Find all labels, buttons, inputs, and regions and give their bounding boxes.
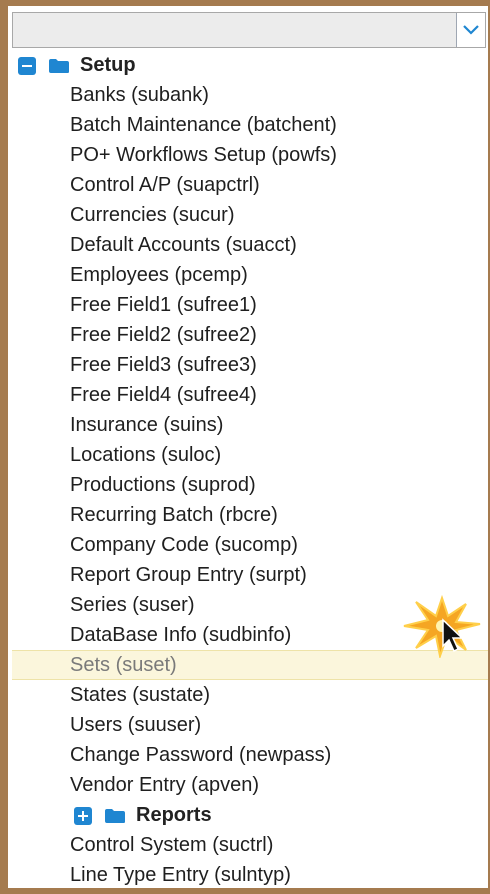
tree-item[interactable]: Report Group Entry (surpt) [12,560,488,590]
menu-tree: Setup Banks (subank) Batch Maintenance (b… [12,50,488,888]
window-frame: Setup Banks (subank) Batch Maintenance (b… [0,0,490,894]
chevron-down-icon [463,25,479,35]
setup-items: Banks (subank) Batch Maintenance (batchen… [12,80,488,800]
tree-item[interactable]: Free Field1 (sufree1) [12,290,488,320]
folder-icon [49,58,69,73]
tree-item[interactable]: Recurring Batch (rbcre) [12,500,488,530]
mouse-cursor-icon [442,618,464,653]
module-combobox[interactable] [12,12,486,48]
tree-item[interactable]: Control System (suctrl) [12,830,488,860]
tree-group-reports[interactable]: Reports [12,800,488,830]
tree-item[interactable]: PO+ Workflows Setup (powfs) [12,140,488,170]
tree-item[interactable]: Vendor Entry (apven) [12,770,488,800]
group-label: Setup [80,54,136,76]
tree-item[interactable]: Control A/P (suapctrl) [12,170,488,200]
combo-dropdown-button[interactable] [456,13,485,47]
tree-item[interactable]: Banks (subank) [12,80,488,110]
after-items: Control System (suctrl) Line Type Entry (… [12,830,488,888]
tree-item[interactable]: States (sustate) [12,680,488,710]
tree-item[interactable]: Line Type Entry (sulntyp) [12,860,488,888]
tree-group-setup[interactable]: Setup [12,50,488,80]
folder-icon [105,808,125,823]
tree-item[interactable]: Batch Maintenance (batchent) [12,110,488,140]
tree-item[interactable]: Change Password (newpass) [12,740,488,770]
tree-item[interactable]: Employees (pcemp) [12,260,488,290]
tree-item[interactable]: Company Code (sucomp) [12,530,488,560]
tree-item[interactable]: Productions (suprod) [12,470,488,500]
tree-item[interactable]: Free Field4 (sufree4) [12,380,488,410]
tree-item[interactable]: Free Field2 (sufree2) [12,320,488,350]
tree-item[interactable]: Currencies (sucur) [12,200,488,230]
collapse-toggle-icon[interactable] [18,56,36,75]
tree-item[interactable]: Locations (suloc) [12,440,488,470]
group-label: Reports [136,804,212,826]
expand-toggle-icon[interactable] [74,806,92,825]
tree-item[interactable]: Default Accounts (suacct) [12,230,488,260]
tree-item[interactable]: Free Field3 (sufree3) [12,350,488,380]
tree-item[interactable]: Insurance (suins) [12,410,488,440]
tree-item[interactable]: Users (suuser) [12,710,488,740]
